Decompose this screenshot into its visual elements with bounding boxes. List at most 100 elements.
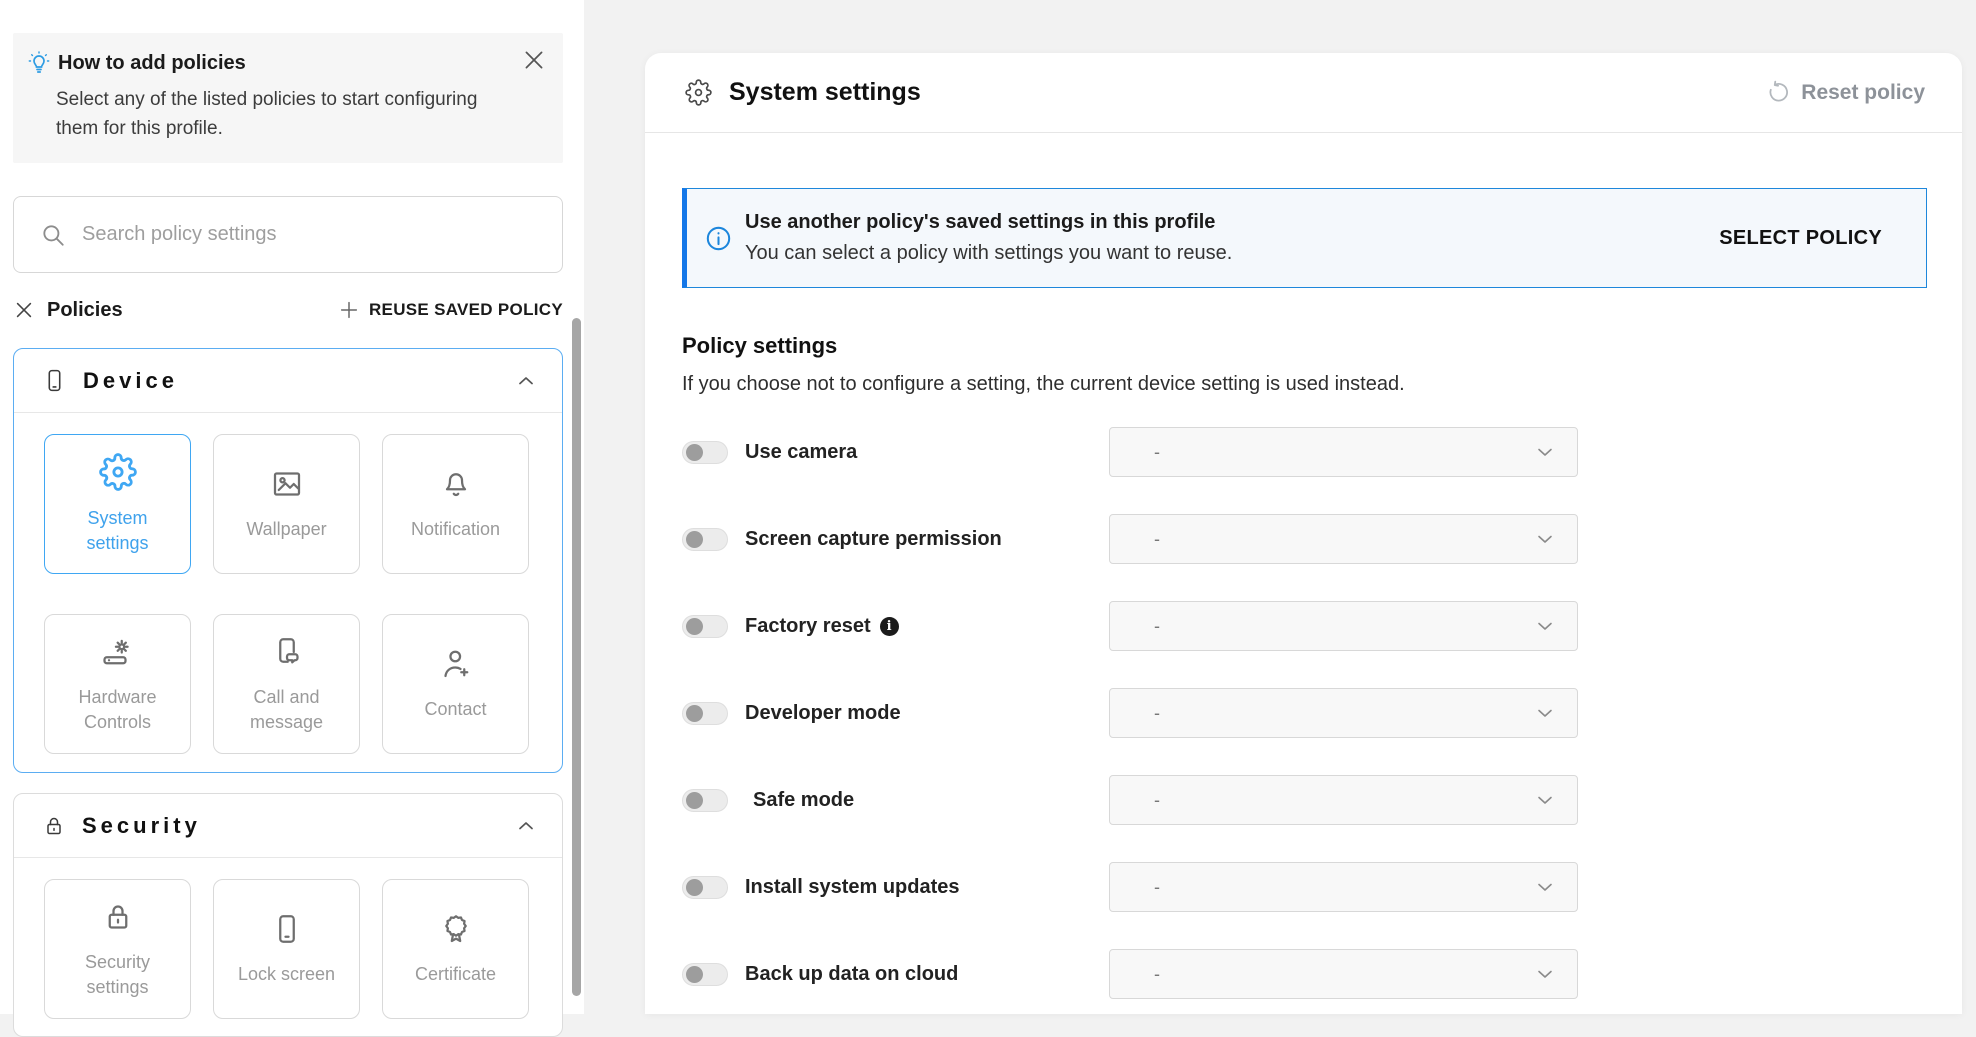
select-policy-button[interactable]: SELECT POLICY (1719, 227, 1882, 250)
security-section-title: Security (82, 813, 201, 839)
reuse-settings-banner: Use another policy's saved settings in t… (682, 188, 1927, 288)
reset-policy-button[interactable]: Reset policy (1766, 80, 1925, 105)
page-title: System settings (729, 78, 921, 107)
chevron-down-icon (1533, 701, 1557, 725)
setting-label: Factory reset (745, 615, 871, 638)
tile-label: Hardware Controls (45, 685, 190, 734)
safe-mode-dropdown[interactable]: - (1109, 775, 1578, 825)
backup-data-cloud-dropdown[interactable]: - (1109, 949, 1578, 999)
security-section-card: Security Security settings (13, 793, 563, 1037)
install-system-updates-toggle[interactable] (682, 876, 728, 899)
lock-icon (42, 814, 66, 838)
info-icon (705, 225, 732, 252)
tile-label: Contact (414, 697, 496, 721)
chevron-down-icon (1533, 440, 1557, 464)
reuse-saved-policy-button[interactable]: REUSE SAVED POLICY (338, 299, 563, 321)
system-settings-panel: System settings Reset policy Use another… (645, 53, 1962, 1014)
banner-body: You can select a policy with settings yo… (745, 242, 1232, 265)
chevron-down-icon (1533, 875, 1557, 899)
reset-icon (1766, 80, 1791, 105)
setting-label: Use camera (745, 441, 857, 464)
setting-row-screen-capture: Screen capture permission - (682, 514, 1927, 564)
contact-add-person-icon (438, 646, 474, 682)
tile-label: Certificate (405, 962, 506, 986)
setting-row-install-system-updates: Install system updates - (682, 862, 1927, 912)
wallpaper-image-icon (269, 466, 305, 502)
setting-label: Screen capture permission (745, 528, 1002, 551)
tile-label: Security settings (45, 950, 190, 999)
tile-label: Wallpaper (236, 517, 336, 541)
chevron-down-icon (1533, 788, 1557, 812)
tile-security-settings[interactable]: Security settings (44, 879, 191, 1019)
tile-hardware-controls[interactable]: Hardware Controls (44, 614, 191, 754)
policy-sidebar: How to add policies Select any of the li… (0, 0, 584, 1014)
tile-label: Lock screen (228, 962, 345, 986)
setting-row-developer-mode: Developer mode - (682, 688, 1927, 738)
chevron-down-icon (1533, 527, 1557, 551)
tile-call-and-message[interactable]: Call and message (213, 614, 360, 754)
chevron-up-icon[interactable] (514, 369, 538, 393)
lightbulb-icon (27, 51, 51, 75)
setting-label: Install system updates (745, 876, 960, 899)
device-section-title: Device (83, 368, 178, 394)
search-icon (40, 222, 66, 248)
info-icon[interactable]: i (880, 617, 899, 636)
search-box (13, 196, 563, 273)
security-tile-grid: Security settings Lock screen (14, 858, 562, 1036)
clear-filter-x-icon[interactable] (13, 299, 35, 321)
tile-label: Notification (401, 517, 510, 541)
policy-settings-heading: Policy settings (682, 333, 1927, 359)
tip-title: How to add policies (58, 52, 246, 75)
safe-mode-toggle[interactable] (682, 789, 728, 812)
device-phone-icon (42, 368, 67, 393)
chevron-down-icon (1533, 962, 1557, 986)
tile-wallpaper[interactable]: Wallpaper (213, 434, 360, 574)
use-camera-dropdown[interactable]: - (1109, 427, 1578, 477)
policies-header-row: Policies REUSE SAVED POLICY (13, 293, 563, 327)
developer-mode-toggle[interactable] (682, 702, 728, 725)
setting-row-factory-reset: Factory reset i - (682, 601, 1927, 651)
lock-icon (100, 899, 136, 935)
backup-data-cloud-toggle[interactable] (682, 963, 728, 986)
policies-title: Policies (47, 299, 123, 322)
tile-contact[interactable]: Contact (382, 614, 529, 754)
factory-reset-toggle[interactable] (682, 615, 728, 638)
close-icon[interactable] (521, 47, 547, 73)
setting-label: Back up data on cloud (745, 963, 958, 986)
tile-lock-screen[interactable]: Lock screen (213, 879, 360, 1019)
plus-icon (338, 299, 360, 321)
hardware-controls-icon (100, 634, 136, 670)
setting-label: Safe mode (753, 789, 854, 812)
phone-screen-icon (269, 911, 305, 947)
search-input[interactable] (82, 223, 542, 246)
tile-label: Call and message (214, 685, 359, 734)
tile-certificate[interactable]: Certificate (382, 879, 529, 1019)
install-system-updates-dropdown[interactable]: - (1109, 862, 1578, 912)
device-tile-grid: System settings Wallpaper (14, 413, 562, 772)
sidebar-scrollbar[interactable] (572, 318, 581, 996)
policy-settings-description: If you choose not to configure a setting… (682, 373, 1927, 396)
developer-mode-dropdown[interactable]: - (1109, 688, 1578, 738)
chevron-down-icon (1533, 614, 1557, 638)
gear-icon (685, 79, 712, 106)
call-message-icon (269, 634, 305, 670)
device-section-header[interactable]: Device (14, 349, 562, 413)
tip-body: Select any of the listed policies to sta… (56, 85, 496, 144)
screen-capture-dropdown[interactable]: - (1109, 514, 1578, 564)
panel-header: System settings Reset policy (645, 53, 1962, 133)
tile-label: System settings (45, 506, 190, 555)
setting-row-backup-data-cloud: Back up data on cloud - (682, 949, 1927, 999)
bell-icon (438, 466, 474, 502)
setting-label: Developer mode (745, 702, 901, 725)
screen-capture-toggle[interactable] (682, 528, 728, 551)
use-camera-toggle[interactable] (682, 441, 728, 464)
certificate-seal-icon (438, 911, 474, 947)
tile-notification[interactable]: Notification (382, 434, 529, 574)
setting-row-safe-mode: Safe mode - (682, 775, 1927, 825)
banner-title: Use another policy's saved settings in t… (745, 211, 1232, 234)
chevron-up-icon[interactable] (514, 814, 538, 838)
policy-settings-rows: Use camera - Screen capture permission - (682, 427, 1927, 999)
tile-system-settings[interactable]: System settings (44, 434, 191, 574)
factory-reset-dropdown[interactable]: - (1109, 601, 1578, 651)
security-section-header[interactable]: Security (14, 794, 562, 858)
